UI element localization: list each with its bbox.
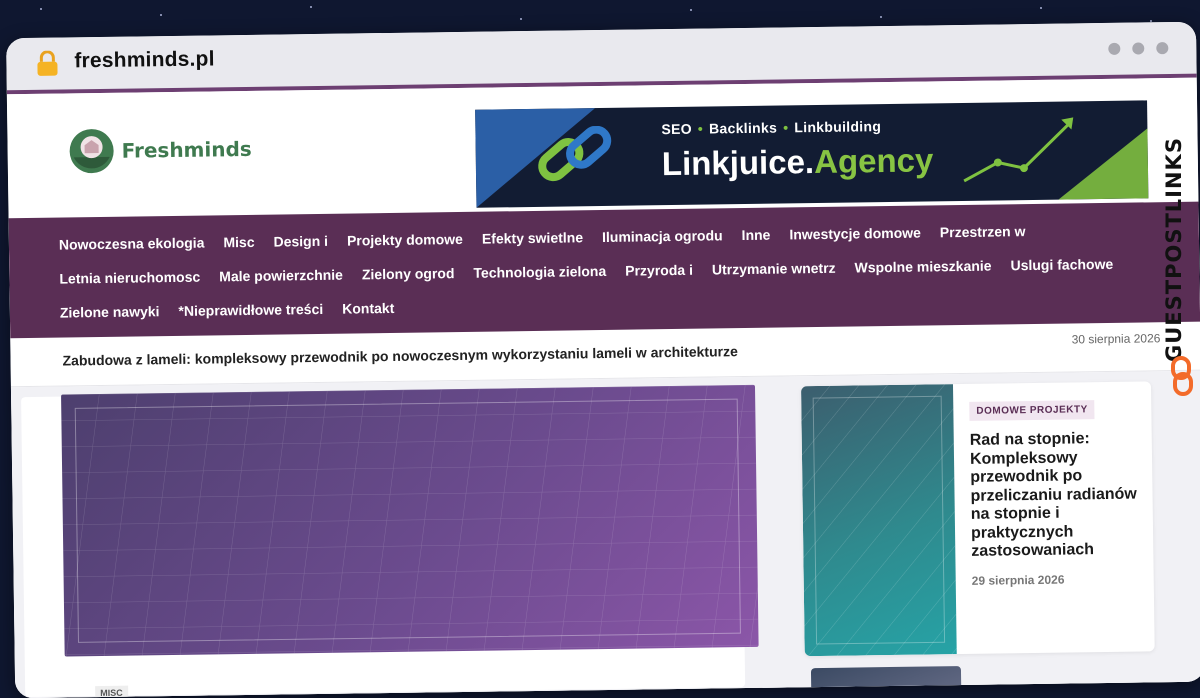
- nav-item-inne[interactable]: Inne: [741, 224, 770, 246]
- window-controls: [1108, 42, 1169, 55]
- site-header: Freshminds SEO • Backlinks • Linkbuilding Li…: [7, 78, 1199, 219]
- ticker-date: 30 sierpnia 2026: [1071, 331, 1161, 347]
- side-post-title[interactable]: Rad na stopnie: Kompleksowy przewodnik p…: [970, 430, 1142, 562]
- site-logo[interactable]: Freshminds: [67, 125, 252, 176]
- banner-tagline: SEO • Backlinks • Linkbuilding: [661, 118, 881, 137]
- featured-category-badge[interactable]: MISC: [95, 685, 128, 698]
- address-bar-url[interactable]: freshminds.pl: [74, 47, 215, 73]
- side-post-date: 29 sierpnia 2026: [971, 572, 1065, 588]
- ticker-post-title[interactable]: Zabudowa z lameli: kompleksowy przewodni…: [62, 343, 737, 368]
- nav-item-kontakt[interactable]: Kontakt: [342, 297, 394, 320]
- side-post-image[interactable]: [800, 384, 957, 657]
- nav-item-technologia-zielona[interactable]: Technologia zielona: [473, 260, 606, 284]
- featured-post-image[interactable]: [61, 384, 759, 657]
- side-post-card[interactable]: DOMOWE PROJEKTY Rad na stopnie: Kompleks…: [800, 381, 1155, 657]
- linkjuice-ad-banner[interactable]: SEO • Backlinks • Linkbuilding Linkjuice.Age…: [475, 100, 1149, 208]
- nav-item-uslugi-fachowe[interactable]: Uslugi fachowe: [1010, 253, 1113, 276]
- nav-item-letnia-nieruchomosc[interactable]: Letnia nieruchomosc: [59, 266, 200, 290]
- chain-link-icon: [538, 125, 612, 182]
- nav-item-iluminacja-ogrodu[interactable]: Iluminacja ogrodu: [602, 224, 723, 248]
- banner-dot: •: [697, 120, 704, 137]
- logo-text: Freshminds: [121, 136, 252, 163]
- window-dot-1[interactable]: [1108, 42, 1121, 55]
- image-diagonal-pattern: [800, 384, 957, 657]
- banner-title-main: Linkjuice.: [661, 143, 815, 183]
- image-grid-pattern: [61, 384, 759, 657]
- nav-item-zielony-ogrod[interactable]: Zielony ogrod: [362, 262, 455, 285]
- nav-item-misc[interactable]: Misc: [223, 231, 254, 253]
- banner-title-accent: Agency: [813, 141, 934, 181]
- nav-item-utrzymanie-wnetrz[interactable]: Utrzymanie wnetrz: [712, 257, 836, 281]
- nav-item-wspolne-mieszkanie[interactable]: Wspolne mieszkanie: [854, 255, 991, 279]
- nav-item-design[interactable]: Design i: [273, 230, 328, 253]
- browser-window: freshminds.pl Freshminds SEO • Backlinks…: [6, 21, 1200, 698]
- next-side-post-image[interactable]: [810, 666, 962, 698]
- nav-item-przestrzen[interactable]: Przestrzen w: [940, 220, 1026, 243]
- lock-icon: [37, 50, 58, 76]
- banner-tag-1: SEO: [661, 120, 692, 138]
- side-post-category-badge[interactable]: DOMOWE PROJEKTY: [969, 400, 1095, 421]
- banner-title: Linkjuice.Agency: [662, 141, 934, 183]
- watermark-strip: GUESTPOSTLINKS: [1162, 50, 1200, 396]
- nav-item-male-powierzchnie[interactable]: Male powierzchnie: [219, 264, 343, 288]
- nav-item-projekty-domowe[interactable]: Projekty domowe: [347, 228, 463, 252]
- nav-item-inwestycje-domowe[interactable]: Inwestycje domowe: [789, 222, 921, 246]
- nav-item-zielone-nawyki[interactable]: Zielone nawyki: [60, 300, 160, 323]
- window-dot-2[interactable]: [1132, 42, 1145, 55]
- nav-item-efekty-swietlne[interactable]: Efekty swietlne: [482, 226, 583, 249]
- main-navigation: Nowoczesna ekologia Misc Design i Projek…: [8, 201, 1200, 339]
- banner-dot: •: [783, 119, 789, 136]
- website: Freshminds SEO • Backlinks • Linkbuilding Li…: [6, 77, 1200, 698]
- nav-item-przyroda[interactable]: Przyroda i: [625, 259, 693, 282]
- guestpostlinks-logo-icon: [1171, 356, 1193, 396]
- banner-tag-2: Backlinks: [708, 119, 778, 137]
- content-area: MISC DOMOWE PROJEKTY Rad na stopnie: Kom…: [10, 370, 1200, 698]
- nav-item-nowoczesna-ekologia[interactable]: Nowoczesna ekologia: [59, 232, 205, 256]
- guestpostlinks-watermark: GUESTPOSTLINKS: [1162, 137, 1186, 362]
- growth-chart-icon: [963, 117, 1074, 183]
- freshminds-logo-icon: [69, 129, 114, 174]
- nav-item-nieprawidlowe-tresci[interactable]: *Nieprawidłowe treści: [178, 298, 323, 322]
- banner-tag-3: Linkbuilding: [794, 118, 882, 136]
